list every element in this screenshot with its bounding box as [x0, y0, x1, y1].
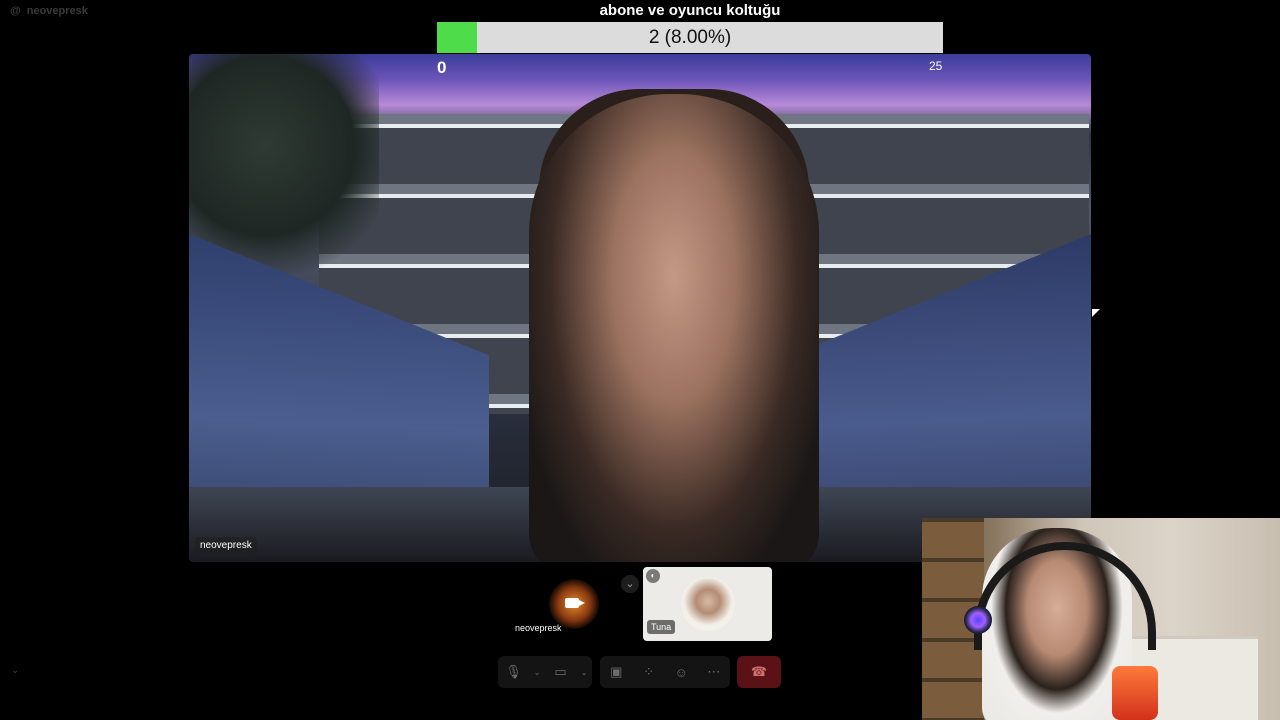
leave-call-button[interactable]: ☎	[737, 656, 781, 688]
reactions-icon[interactable]: ☺	[670, 665, 692, 680]
speaker-icon: ◐	[646, 569, 660, 583]
at-icon: @	[10, 5, 21, 17]
microphone-glow	[1112, 666, 1158, 720]
account-username: neovepresk	[26, 5, 88, 17]
speaker-person	[529, 94, 819, 562]
goal-min-label: 0	[437, 58, 447, 77]
share-screen-icon[interactable]: ▣	[605, 664, 627, 680]
collapse-chevron-icon[interactable]: ⌄	[621, 575, 639, 593]
chevron-down-icon[interactable]: ⌄	[534, 668, 541, 677]
goal-scale: 0 25	[189, 56, 1091, 77]
streamer-webcam	[922, 518, 1280, 720]
goal-title: abone ve oyuncu koltuğu	[599, 2, 781, 19]
more-icon[interactable]: ⋯	[703, 664, 725, 680]
mouse-cursor-icon	[1092, 309, 1100, 317]
main-video-feed[interactable]	[189, 54, 1091, 562]
goal-max-label: 25	[929, 59, 943, 73]
headphone-led	[964, 606, 992, 634]
participant-name: neovepresk	[515, 623, 562, 633]
hang-up-icon: ☎	[750, 664, 768, 679]
microphone-icon[interactable]: 🎙︎	[503, 664, 525, 680]
audio-video-controls: 🎙︎ ⌄ ▭ ⌄	[498, 656, 592, 688]
chevron-down-icon[interactable]: ⌄	[581, 668, 588, 677]
goal-status-text: 2 (8.00%)	[648, 26, 732, 48]
video-camera-icon	[565, 598, 579, 608]
meeting-controls: ▣ ⁘ ☺ ⋯	[600, 656, 730, 688]
account-label: @ neovepresk	[10, 5, 88, 17]
participant-tile-tuna[interactable]: ◐ Tuna	[643, 567, 772, 641]
goal-progress-bar: 2 (8.00%)	[437, 22, 943, 53]
camera-off-icon[interactable]: ▭	[550, 664, 572, 680]
grid-icon[interactable]: ⁘	[638, 664, 660, 680]
chevron-down-icon[interactable]: ⌄	[11, 665, 19, 676]
participant-name: Tuna	[647, 620, 676, 634]
main-video-name-tag: neovepresk	[195, 537, 257, 554]
participant-tile-self[interactable]: neovepresk	[507, 567, 639, 641]
avatar	[681, 577, 735, 631]
